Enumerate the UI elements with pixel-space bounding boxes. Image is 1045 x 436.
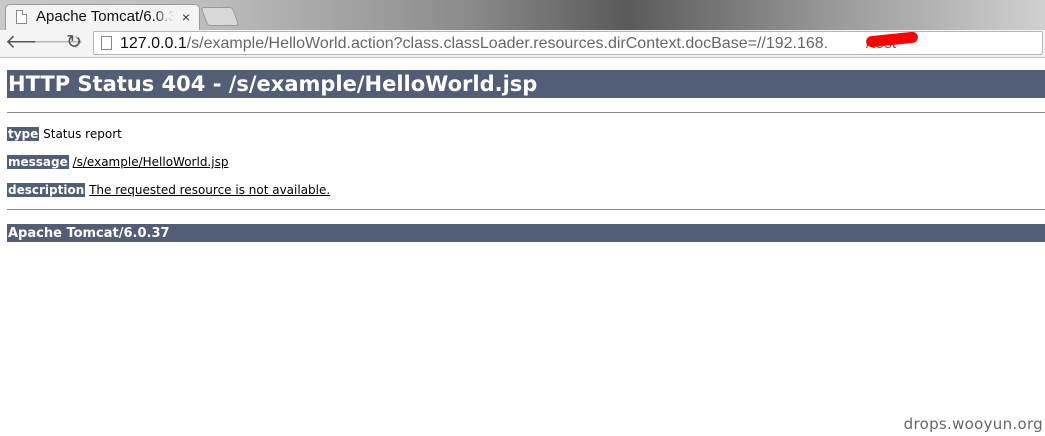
message-row: message /s/example/HelloWorld.jsp <box>7 155 228 169</box>
description-row: description The requested resource is no… <box>7 183 330 197</box>
description-label: description <box>7 183 86 197</box>
type-row: type Status report <box>7 127 122 141</box>
reload-icon[interactable]: ↻ <box>63 32 85 54</box>
page-icon <box>16 10 27 24</box>
tab-strip: Apache Tomcat/6.0.37 × <box>0 0 1045 30</box>
new-tab-button[interactable] <box>200 7 240 26</box>
url-text[interactable]: 127.0.0.1/s/example/HelloWorld.action?cl… <box>120 34 896 53</box>
type-label: type <box>7 127 40 141</box>
back-arrow-icon[interactable]: 🡐 <box>5 32 56 54</box>
divider <box>7 209 1045 210</box>
tab-title: Apache Tomcat/6.0.37 <box>36 8 174 25</box>
page-icon <box>101 36 112 50</box>
message-label: message <box>7 155 69 169</box>
watermark: drops.wooyun.org <box>903 415 1043 433</box>
close-icon[interactable]: × <box>182 8 190 26</box>
url-path: /s/example/HelloWorld.action?class.class… <box>186 35 829 52</box>
url-host: 127.0.0.1 <box>120 35 187 52</box>
page-title: HTTP Status 404 - /s/example/HelloWorld.… <box>7 70 1045 98</box>
description-value: The requested resource is not available. <box>89 183 331 197</box>
divider <box>7 112 1045 113</box>
type-value: Status report <box>43 127 122 141</box>
server-footer: Apache Tomcat/6.0.37 <box>7 224 1045 242</box>
message-value: /s/example/HelloWorld.jsp <box>72 155 229 169</box>
forward-arrow-icon[interactable]: 🡒 <box>33 32 84 54</box>
browser-tab[interactable]: Apache Tomcat/6.0.37 × <box>5 4 200 30</box>
